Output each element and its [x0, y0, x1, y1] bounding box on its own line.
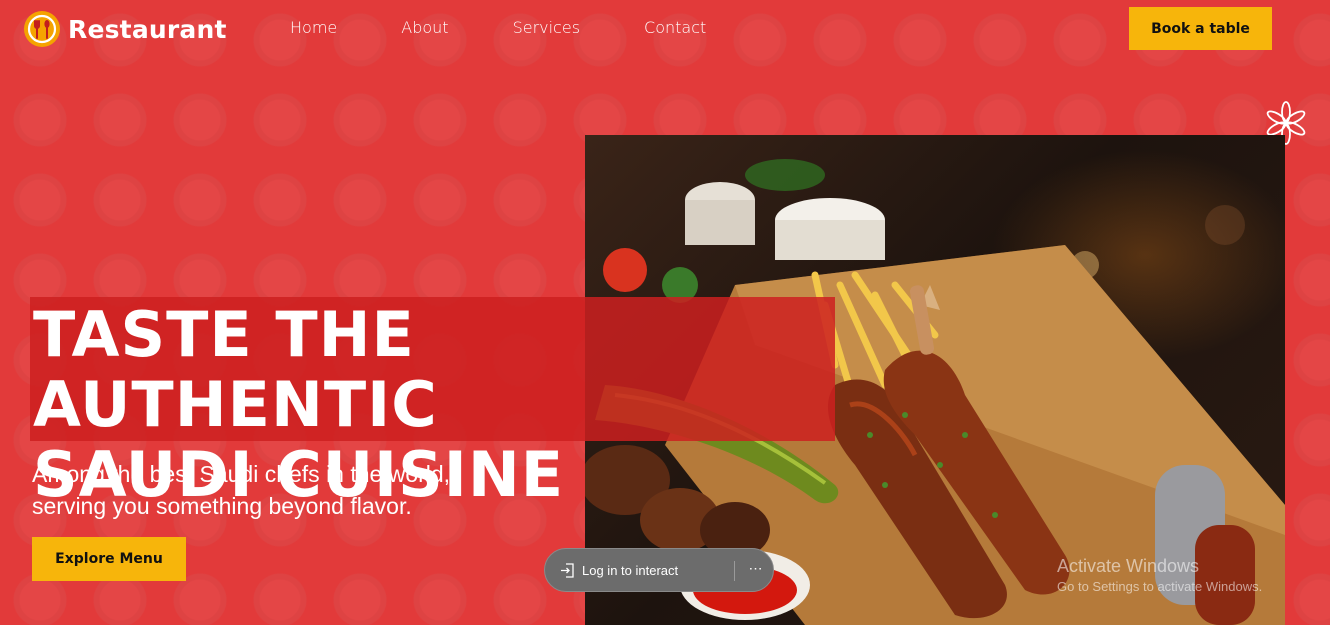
- explore-menu-button[interactable]: Explore Menu: [32, 537, 186, 581]
- sign-in-icon: [561, 562, 574, 578]
- fork-spoon-icon: [24, 11, 60, 47]
- nav-link-contact[interactable]: Contact: [644, 18, 706, 37]
- nav-link-home[interactable]: Home: [290, 18, 337, 37]
- book-table-button[interactable]: Book a table: [1129, 7, 1272, 50]
- nav-link-about[interactable]: About: [401, 18, 448, 37]
- login-label[interactable]: Log in to interact: [582, 563, 678, 578]
- navbar: Restaurant Home About Services Contact B…: [0, 0, 1330, 58]
- watermark-title: Activate Windows: [1057, 556, 1200, 576]
- login-pill[interactable]: Log in to interact ⋯: [544, 548, 774, 592]
- more-options-button[interactable]: ⋯: [746, 560, 766, 580]
- brand-logo[interactable]: Restaurant: [24, 11, 227, 47]
- nav-link-services[interactable]: Services: [513, 18, 580, 37]
- hero-subline-line2: serving you something beyond flavor.: [32, 493, 412, 519]
- main-nav: Home About Services Contact: [290, 18, 770, 37]
- hero-subline-line1: Among the best Saudi chefs in the world,: [32, 461, 451, 487]
- activation-watermark: Activate Windows Go to Settings to activ…: [1057, 556, 1262, 594]
- brand-name: Restaurant: [68, 14, 227, 44]
- hero-subline: Among the best Saudi chefs in the world,…: [32, 458, 552, 522]
- hero-headline-line1: TASTE THE AUTHENTIC: [33, 298, 438, 441]
- pill-divider: [734, 561, 735, 581]
- watermark-subtitle: Go to Settings to activate Windows.: [1057, 579, 1263, 594]
